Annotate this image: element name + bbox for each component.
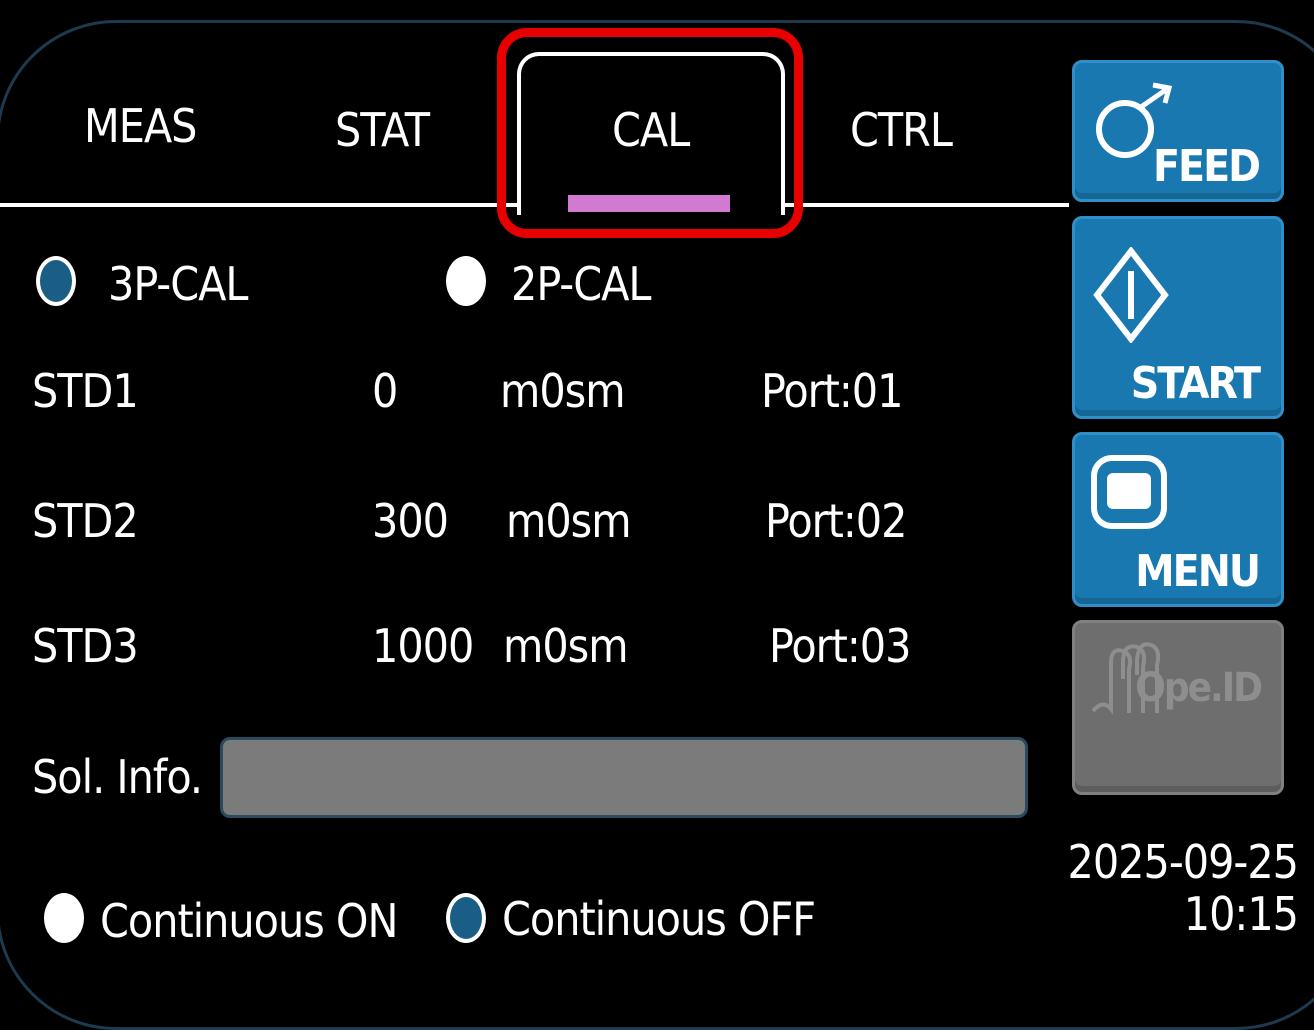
radio-3p-cal-label: 3P-CAL <box>108 257 248 311</box>
operator-id-button[interactable]: Ope.ID <box>1072 620 1284 795</box>
start-button-label: START <box>1130 358 1261 409</box>
sol-info-label: Sol. Info. <box>32 750 203 804</box>
datetime: 2025-09-25 10:15 <box>1067 835 1299 941</box>
tab-bar-divider <box>782 203 1069 207</box>
operator-id-button-label: Ope.ID <box>1135 665 1263 711</box>
start-button[interactable]: START <box>1072 216 1284 419</box>
std-unit: m0sm <box>500 364 626 418</box>
tab-ctrl[interactable]: CTRL <box>850 107 953 153</box>
std-value: 300 <box>372 494 449 548</box>
std-name: STD3 <box>32 619 139 673</box>
radio-2p-cal[interactable] <box>446 256 486 306</box>
std-port: Port:01 <box>761 364 903 418</box>
tab-bar-divider <box>0 203 520 207</box>
std-port: Port:02 <box>765 494 907 548</box>
radio-continuous-off-label: Continuous OFF <box>502 892 816 946</box>
sol-info-field[interactable] <box>220 737 1028 818</box>
menu-button[interactable]: MENU <box>1072 432 1284 607</box>
radio-2p-cal-label: 2P-CAL <box>511 257 651 311</box>
std-unit: m0sm <box>506 494 632 548</box>
std-unit: m0sm <box>503 619 629 673</box>
highlight-box <box>497 28 803 238</box>
feed-button[interactable]: FEED <box>1072 60 1284 202</box>
std-port: Port:03 <box>769 619 911 673</box>
date-display: 2025-09-25 <box>1067 835 1299 889</box>
menu-icon <box>1091 455 1167 529</box>
radio-3p-cal[interactable] <box>36 256 76 306</box>
radio-continuous-on-label: Continuous ON <box>100 894 398 948</box>
start-icon <box>1093 247 1169 343</box>
tab-meas[interactable]: MEAS <box>84 103 197 149</box>
tab-stat[interactable]: STAT <box>335 107 430 153</box>
std-value: 0 <box>372 364 398 418</box>
std-name: STD1 <box>32 364 139 418</box>
std-value: 1000 <box>372 619 474 673</box>
time-display: 10:15 <box>1183 887 1299 941</box>
radio-continuous-off[interactable] <box>446 893 486 943</box>
menu-button-label: MENU <box>1135 546 1261 597</box>
radio-continuous-on[interactable] <box>44 893 84 943</box>
std-name: STD2 <box>32 494 139 548</box>
feed-button-label: FEED <box>1152 141 1261 192</box>
